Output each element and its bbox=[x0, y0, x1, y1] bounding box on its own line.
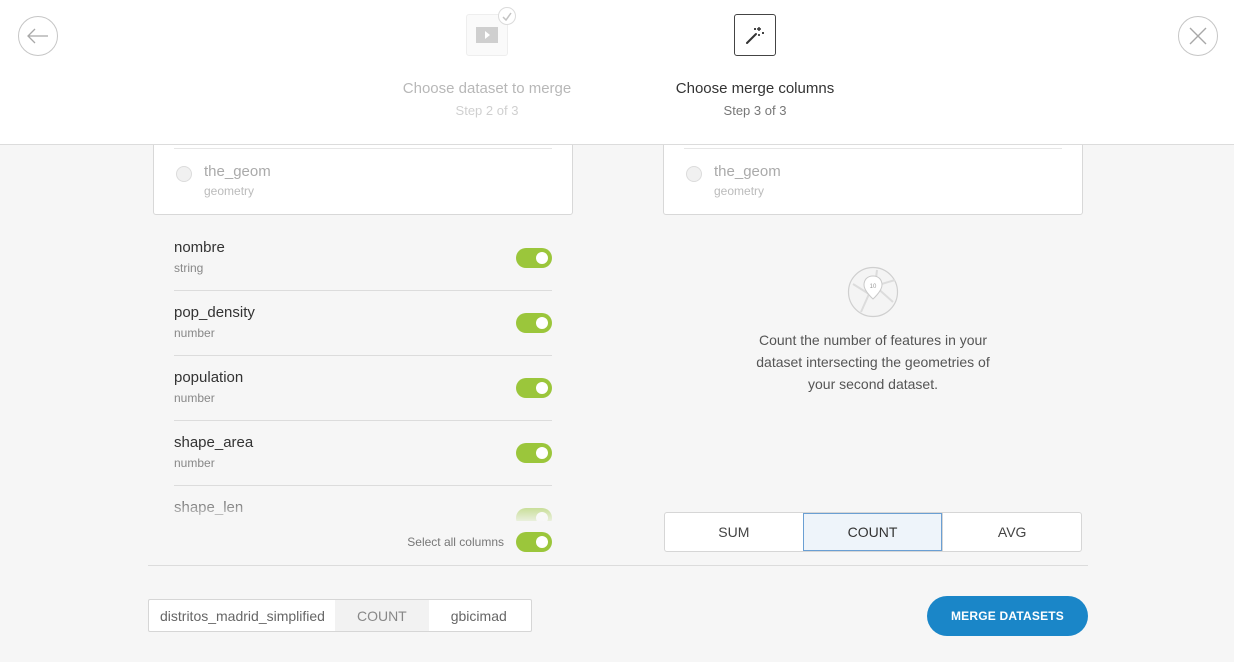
column-item-shape-area: shape_area number bbox=[174, 421, 552, 486]
illustration-number: 10 bbox=[870, 284, 877, 290]
column-toggle[interactable] bbox=[516, 248, 552, 268]
back-button[interactable] bbox=[18, 16, 58, 56]
select-all-toggle[interactable] bbox=[516, 532, 552, 552]
operation-avg-button[interactable]: AVG bbox=[942, 513, 1081, 551]
merge-datasets-button[interactable]: MERGE DATASETS bbox=[927, 596, 1088, 636]
column-item-pop-density: pop_density number bbox=[174, 291, 552, 356]
column-toggle[interactable] bbox=[516, 313, 552, 333]
column-list: nombre string pop_density number populat… bbox=[174, 226, 552, 521]
magic-wand-icon bbox=[746, 27, 764, 44]
column-toggle[interactable] bbox=[516, 443, 552, 463]
merge-summary: distritos_madrid_simplified COUNT gbicim… bbox=[148, 599, 532, 632]
geometry-column-type: geometry bbox=[714, 184, 765, 198]
step-2-subtitle: Step 2 of 3 bbox=[455, 103, 519, 118]
step-choose-dataset[interactable]: Choose dataset to merge Step 2 of 3 bbox=[367, 7, 607, 118]
operation-count-button[interactable]: COUNT bbox=[802, 513, 943, 551]
column-name: shape_area bbox=[174, 434, 254, 451]
arrow-left-icon bbox=[27, 28, 48, 44]
geometry-radio[interactable] bbox=[176, 166, 192, 182]
footer-divider bbox=[148, 565, 1088, 566]
step-3-title: Choose merge columns bbox=[675, 80, 835, 97]
column-type: number bbox=[174, 326, 215, 340]
column-type: string bbox=[174, 261, 204, 275]
operation-selector: SUM COUNT AVG bbox=[664, 512, 1082, 552]
column-name: population bbox=[174, 369, 244, 386]
column-toggle[interactable] bbox=[516, 378, 552, 398]
summary-target-dataset: gbicimad bbox=[450, 607, 507, 624]
step-3-subtitle: Step 3 of 3 bbox=[723, 103, 787, 118]
close-button[interactable] bbox=[1178, 16, 1218, 56]
geometry-column-name: the_geom bbox=[714, 163, 781, 180]
completed-check-icon bbox=[498, 7, 516, 25]
geometry-column-name: the_geom bbox=[204, 163, 271, 180]
map-pin-count-icon: 10 bbox=[847, 266, 899, 318]
scroll-fade bbox=[174, 490, 554, 524]
divider bbox=[174, 148, 552, 149]
geometry-column-type: geometry bbox=[204, 184, 255, 198]
summary-source-dataset: distritos_madrid_simplified bbox=[160, 607, 325, 624]
summary-operation: COUNT bbox=[334, 600, 429, 631]
step-2-title: Choose dataset to merge bbox=[402, 80, 572, 97]
column-item-nombre: nombre string bbox=[174, 226, 552, 291]
wizard-header: Choose dataset to merge Step 2 of 3 Choo… bbox=[0, 0, 1234, 145]
play-video-icon bbox=[476, 27, 498, 43]
step-choose-columns: Choose merge columns Step 3 of 3 bbox=[635, 14, 875, 118]
right-geometry-option[interactable]: the_geom geometry bbox=[686, 163, 781, 198]
step-3-icon-box bbox=[734, 14, 776, 56]
column-type: number bbox=[174, 456, 215, 470]
operation-description: Count the number of features in your dat… bbox=[756, 332, 990, 392]
step-2-icon-box bbox=[466, 7, 516, 56]
left-geometry-option[interactable]: the_geom geometry bbox=[176, 163, 271, 198]
select-all-label: Select all columns bbox=[407, 535, 504, 549]
close-icon bbox=[1189, 27, 1207, 45]
select-all-columns[interactable]: Select all columns bbox=[300, 532, 552, 552]
column-name: pop_density bbox=[174, 304, 255, 321]
divider bbox=[684, 148, 1062, 149]
column-name: nombre bbox=[174, 239, 225, 256]
operation-sum-button[interactable]: SUM bbox=[665, 513, 803, 551]
column-type: number bbox=[174, 391, 215, 405]
geometry-radio[interactable] bbox=[686, 166, 702, 182]
column-item-population: population number bbox=[174, 356, 552, 421]
